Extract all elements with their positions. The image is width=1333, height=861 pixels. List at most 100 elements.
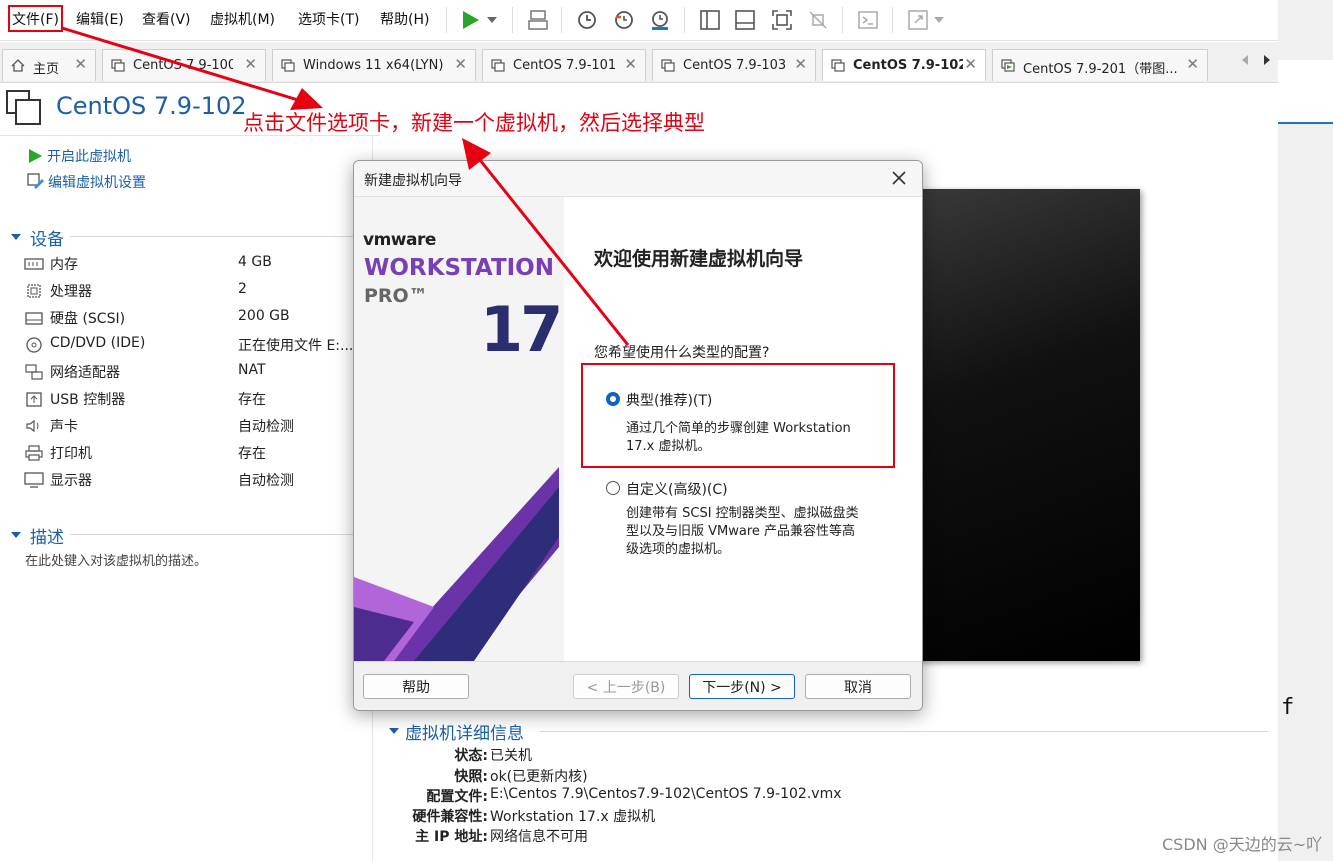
right-panel-header (1278, 60, 1333, 124)
tab-centos-201[interactable]: CentOS 7.9-201（带图... ✕ (992, 49, 1208, 81)
tab-centos-103[interactable]: CentOS 7.9-103 ✕ (652, 49, 816, 81)
send-ctrl-alt-del-button[interactable] (523, 5, 553, 35)
device-row-usb[interactable]: USB 控制器 存在 (24, 389, 364, 411)
cpu-icon (27, 284, 41, 298)
tab-centos-102[interactable]: CentOS 7.9-102 ✕ (822, 49, 986, 81)
device-row-display[interactable]: 显示器 自动检测 (24, 470, 364, 492)
back-button[interactable]: < 上一步(B) (573, 674, 679, 699)
disk-icon (25, 312, 43, 325)
menu-view[interactable]: 查看(V) (142, 9, 191, 29)
devices-collapse-toggle[interactable] (10, 230, 22, 246)
toolbar-divider (561, 7, 562, 33)
unity-button[interactable] (803, 5, 833, 35)
network-icon (25, 364, 43, 380)
device-value: 2 (238, 281, 247, 297)
toolbar-divider (842, 7, 843, 33)
device-row-cpu[interactable]: 处理器 2 (24, 281, 364, 303)
close-icon[interactable]: ✕ (454, 55, 467, 73)
custom-desc: 创建带有 SCSI 控制器类型、虚拟磁盘类 (626, 506, 859, 521)
dialog-close-button[interactable] (890, 169, 908, 191)
cancel-button[interactable]: 取消 (805, 674, 911, 699)
detail-value: 网络信息不可用 (490, 829, 588, 845)
tab-scroll-right[interactable] (1262, 54, 1272, 70)
detail-value: E:\Centos 7.9\Centos7.9-102\CentOS 7.9-1… (490, 786, 842, 802)
menu-tabs[interactable]: 选项卡(T) (298, 9, 359, 29)
thumbnail-toggle-button[interactable] (730, 5, 760, 35)
power-on-vm-link[interactable]: 开启此虚拟机 (27, 146, 131, 166)
dialog-footer: 帮助 < 上一步(B) 下一步(N) > 取消 (354, 661, 922, 710)
usb-icon (26, 392, 42, 407)
close-icon[interactable]: ✕ (964, 55, 977, 73)
devices-heading: 设备 (30, 230, 64, 250)
home-icon (11, 59, 25, 72)
product-edition: PRO™ (364, 285, 428, 307)
vm-screen-thumbnail[interactable] (900, 189, 1140, 661)
stretch-button[interactable] (903, 5, 933, 35)
next-button[interactable]: 下一步(N) > (689, 674, 795, 699)
close-icon[interactable]: ✕ (624, 55, 637, 73)
snapshot-manager-icon (652, 11, 668, 30)
custom-radio[interactable] (606, 481, 620, 495)
tab-home[interactable]: 主页 ✕ (2, 49, 96, 81)
description-heading: 描述 (30, 528, 64, 548)
option-custom[interactable]: 自定义(高级)(C) 创建带有 SCSI 控制器类型、虚拟磁盘类 型以及与旧版 … (606, 479, 906, 559)
menu-edit[interactable]: 编辑(E) (76, 9, 124, 29)
snapshot-button[interactable] (572, 5, 602, 35)
annotation-text: 点击文件选项卡，新建一个虚拟机，然后选择典型 (243, 111, 705, 135)
snapshot-manager-button[interactable] (645, 5, 675, 35)
fullscreen-button[interactable] (767, 5, 797, 35)
device-row-printer[interactable]: 打印机 存在 (24, 443, 364, 465)
tab-label: CentOS 7.9-201（带图... (1023, 62, 1178, 77)
tab-centos-101[interactable]: CentOS 7.9-101 ✕ (482, 49, 646, 81)
menu-bar: 文件(F) 编辑(E) 查看(V) 虚拟机(M) 选项卡(T) 帮助(H) (0, 0, 1278, 41)
edit-vm-settings-link[interactable]: 编辑虚拟机设置 (27, 172, 146, 192)
sidebar-icon (700, 10, 720, 30)
device-row-disk[interactable]: 硬盘 (SCSI) 200 GB (24, 308, 364, 330)
close-icon[interactable]: ✕ (244, 55, 257, 73)
chevron-down-icon (487, 17, 497, 23)
sidebar-toggle-button[interactable] (695, 5, 725, 35)
custom-desc: 型以及与旧版 VMware 产品兼容性等高 (626, 524, 856, 539)
help-button[interactable]: 帮助 (363, 674, 469, 699)
dialog-titlebar: 新建虚拟机向导 (354, 161, 922, 197)
dialog-title: 新建虚拟机向导 (364, 173, 462, 189)
toolbar-divider (512, 7, 513, 33)
close-icon[interactable]: ✕ (74, 55, 87, 73)
chevron-down-icon (934, 17, 944, 23)
revert-snapshot-button[interactable] (609, 5, 639, 35)
menu-vm[interactable]: 虚拟机(M) (210, 9, 275, 29)
power-on-button[interactable] (455, 5, 485, 35)
console-button[interactable] (853, 5, 883, 35)
vm-icon (661, 59, 675, 72)
edit-vm-settings-label: 编辑虚拟机设置 (48, 175, 146, 191)
detail-key: 主 IP 地址: (415, 829, 488, 845)
cd-icon (26, 337, 42, 353)
power-dropdown-button[interactable] (482, 5, 502, 35)
close-icon[interactable]: ✕ (794, 55, 807, 73)
device-row-cd-dvd[interactable]: CD/DVD (IDE) 正在使用文件 E:... (24, 335, 364, 357)
vm-icon (281, 59, 295, 72)
tab-centos-100[interactable]: CentOS 7.9-100 ✕ (102, 49, 266, 81)
device-name: 内存 (50, 257, 78, 273)
close-icon[interactable]: ✕ (1186, 55, 1199, 73)
stretch-dropdown-button[interactable] (930, 5, 948, 35)
description-placeholder[interactable]: 在此处键入对该虚拟机的描述。 (25, 550, 207, 569)
device-value: 存在 (238, 392, 266, 408)
chevron-right-icon (1264, 55, 1270, 65)
device-name: 网络适配器 (50, 365, 120, 381)
device-row-memory[interactable]: 内存 4 GB (24, 254, 364, 276)
tab-windows-11[interactable]: Windows 11 x64(LYN) ✕ (272, 49, 476, 81)
menu-help[interactable]: 帮助(H) (380, 9, 429, 29)
power-on-vm-label: 开启此虚拟机 (47, 149, 131, 165)
vm-title: CentOS 7.9-102 (56, 92, 247, 120)
tab-scroll-left[interactable] (1240, 54, 1250, 70)
vm-icon (111, 59, 125, 72)
vmware-logo: vmware (363, 230, 436, 250)
device-value: 自动检测 (238, 473, 294, 489)
device-row-sound[interactable]: 声卡 自动检测 (24, 416, 364, 438)
device-row-network[interactable]: 网络适配器 NAT (24, 362, 364, 384)
detail-key: 硬件兼容性: (412, 809, 488, 825)
detail-value: ok(已更新内核) (490, 769, 588, 785)
details-collapse-toggle[interactable] (388, 724, 400, 740)
description-collapse-toggle[interactable] (10, 528, 22, 544)
